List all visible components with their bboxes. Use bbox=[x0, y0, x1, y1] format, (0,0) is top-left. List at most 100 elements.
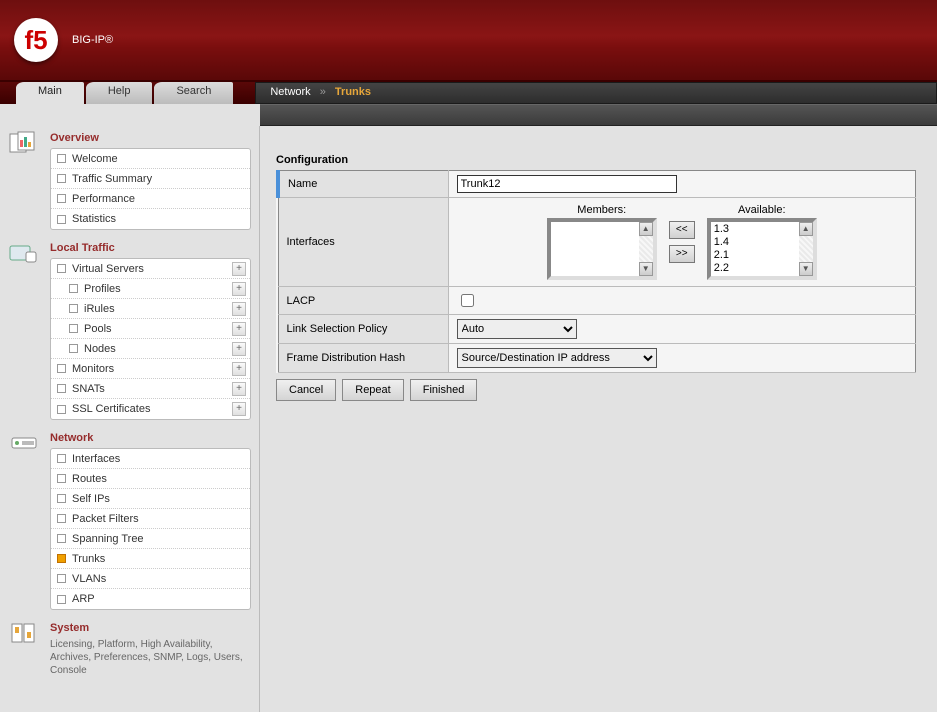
cancel-button[interactable]: Cancel bbox=[276, 379, 336, 401]
sidebar-item-welcome[interactable]: Welcome bbox=[51, 149, 250, 169]
expand-icon[interactable]: + bbox=[232, 302, 246, 316]
list-item[interactable]: 2.1 bbox=[714, 249, 796, 262]
expand-icon[interactable]: + bbox=[232, 262, 246, 276]
action-buttons: Cancel Repeat Finished bbox=[276, 373, 921, 401]
tab-bar: Main Help Search Network » Trunks bbox=[0, 82, 937, 104]
sidebar-item-packet-filters[interactable]: Packet Filters bbox=[51, 509, 250, 529]
system-description: Licensing, Platform, High Availability, … bbox=[50, 638, 251, 677]
sidebar-item-ssl-certificates[interactable]: SSL Certificates+ bbox=[51, 399, 250, 419]
sidebar-item-trunks[interactable]: Trunks bbox=[51, 549, 250, 569]
sidebar: Overview Welcome Traffic Summary Perform… bbox=[0, 126, 260, 712]
expand-icon[interactable]: + bbox=[232, 382, 246, 396]
sidebar-item-spanning-tree[interactable]: Spanning Tree bbox=[51, 529, 250, 549]
sidebar-item-label: Performance bbox=[72, 193, 246, 205]
shuttle-right-button[interactable]: >> bbox=[669, 245, 695, 263]
network-icon bbox=[8, 430, 40, 456]
nav-section-network: Network Interfaces Routes Self IPs Packe… bbox=[0, 426, 259, 616]
nav-title-local-traffic: Local Traffic bbox=[50, 240, 251, 258]
scroll-up-icon[interactable]: ▲ bbox=[639, 222, 653, 236]
sidebar-item-label: Virtual Servers bbox=[72, 263, 232, 275]
expand-icon[interactable]: + bbox=[232, 342, 246, 356]
sidebar-item-label: VLANs bbox=[72, 573, 246, 585]
sidebar-item-snats[interactable]: SNATs+ bbox=[51, 379, 250, 399]
sidebar-item-performance[interactable]: Performance bbox=[51, 189, 250, 209]
available-listbox[interactable]: ▲ ▼ 1.3 1.4 2.1 2.2 bbox=[707, 218, 817, 280]
form-title: Configuration bbox=[276, 154, 921, 170]
local-traffic-icon bbox=[8, 240, 40, 266]
sidebar-item-label: Interfaces bbox=[72, 453, 246, 465]
sub-bar bbox=[0, 104, 937, 126]
sidebar-item-arp[interactable]: ARP bbox=[51, 589, 250, 609]
link-selection-select[interactable]: Auto bbox=[457, 319, 577, 339]
sidebar-item-label: Statistics bbox=[72, 213, 246, 225]
sidebar-item-pools[interactable]: Pools+ bbox=[51, 319, 250, 339]
nav-section-local-traffic: Local Traffic Virtual Servers+ Profiles+… bbox=[0, 236, 259, 426]
sidebar-item-vlans[interactable]: VLANs bbox=[51, 569, 250, 589]
frame-dist-select[interactable]: Source/Destination IP address bbox=[457, 348, 657, 368]
tab-help[interactable]: Help bbox=[86, 82, 153, 104]
tab-search[interactable]: Search bbox=[154, 82, 233, 104]
sidebar-item-label: SNATs bbox=[72, 383, 232, 395]
members-listbox[interactable]: ▲ ▼ bbox=[547, 218, 657, 280]
sidebar-item-monitors[interactable]: Monitors+ bbox=[51, 359, 250, 379]
sidebar-item-routes[interactable]: Routes bbox=[51, 469, 250, 489]
f5-logo: f5 bbox=[14, 18, 58, 62]
expand-icon[interactable]: + bbox=[232, 362, 246, 376]
finished-button[interactable]: Finished bbox=[410, 379, 478, 401]
lacp-checkbox[interactable] bbox=[461, 294, 474, 307]
repeat-button[interactable]: Repeat bbox=[342, 379, 403, 401]
sidebar-item-irules[interactable]: iRules+ bbox=[51, 299, 250, 319]
sidebar-item-label: Trunks bbox=[72, 553, 246, 565]
breadcrumb-separator: » bbox=[314, 86, 332, 98]
sidebar-item-label: Monitors bbox=[72, 363, 232, 375]
sidebar-item-label: SSL Certificates bbox=[72, 403, 232, 415]
label-interfaces: Interfaces bbox=[278, 198, 448, 287]
sidebar-item-label: Pools bbox=[84, 323, 232, 335]
product-name: BIG-IP® bbox=[72, 34, 113, 46]
sidebar-item-traffic-summary[interactable]: Traffic Summary bbox=[51, 169, 250, 189]
config-form: Name Interfaces Members: ▲ ▼ bbox=[276, 170, 916, 373]
nav-title-overview: Overview bbox=[50, 130, 251, 148]
sidebar-item-label: Traffic Summary bbox=[72, 173, 246, 185]
nav-section-overview: Overview Welcome Traffic Summary Perform… bbox=[0, 126, 259, 236]
sidebar-item-label: Profiles bbox=[84, 283, 232, 295]
available-header: Available: bbox=[738, 204, 786, 218]
sidebar-item-profiles[interactable]: Profiles+ bbox=[51, 279, 250, 299]
nav-section-system: System Licensing, Platform, High Availab… bbox=[0, 616, 259, 683]
label-frame-dist: Frame Distribution Hash bbox=[278, 344, 448, 373]
nav-title-system[interactable]: System bbox=[50, 620, 251, 638]
top-banner: f5 BIG-IP® bbox=[0, 0, 937, 82]
sidebar-item-label: iRules bbox=[84, 303, 232, 315]
nav-title-network: Network bbox=[50, 430, 251, 448]
label-link-selection: Link Selection Policy bbox=[278, 315, 448, 344]
shuttle-left-button[interactable]: << bbox=[669, 221, 695, 239]
sidebar-item-label: Packet Filters bbox=[72, 513, 246, 525]
sidebar-item-label: Welcome bbox=[72, 153, 246, 165]
scroll-down-icon[interactable]: ▼ bbox=[799, 262, 813, 276]
scroll-up-icon[interactable]: ▲ bbox=[799, 222, 813, 236]
breadcrumb: Network » Trunks bbox=[255, 82, 937, 104]
sidebar-item-self-ips[interactable]: Self IPs bbox=[51, 489, 250, 509]
system-icon bbox=[8, 620, 40, 646]
expand-icon[interactable]: + bbox=[232, 402, 246, 416]
tab-main[interactable]: Main bbox=[16, 82, 84, 104]
sidebar-item-label: ARP bbox=[72, 593, 246, 605]
sidebar-item-label: Nodes bbox=[84, 343, 232, 355]
members-header: Members: bbox=[577, 204, 626, 218]
sidebar-item-virtual-servers[interactable]: Virtual Servers+ bbox=[51, 259, 250, 279]
sidebar-item-label: Routes bbox=[72, 473, 246, 485]
breadcrumb-section: Network bbox=[270, 86, 310, 98]
expand-icon[interactable]: + bbox=[232, 322, 246, 336]
list-item[interactable]: 1.4 bbox=[714, 236, 796, 249]
list-item[interactable]: 1.3 bbox=[714, 223, 796, 236]
sidebar-item-statistics[interactable]: Statistics bbox=[51, 209, 250, 229]
list-item[interactable]: 2.2 bbox=[714, 262, 796, 275]
sidebar-item-label: Spanning Tree bbox=[72, 533, 246, 545]
name-input[interactable] bbox=[457, 175, 677, 193]
sidebar-item-nodes[interactable]: Nodes+ bbox=[51, 339, 250, 359]
content-area: Configuration Name Interfaces Members: ▲… bbox=[260, 126, 937, 712]
sidebar-item-interfaces[interactable]: Interfaces bbox=[51, 449, 250, 469]
expand-icon[interactable]: + bbox=[232, 282, 246, 296]
breadcrumb-current: Trunks bbox=[335, 86, 371, 98]
scroll-down-icon[interactable]: ▼ bbox=[639, 262, 653, 276]
